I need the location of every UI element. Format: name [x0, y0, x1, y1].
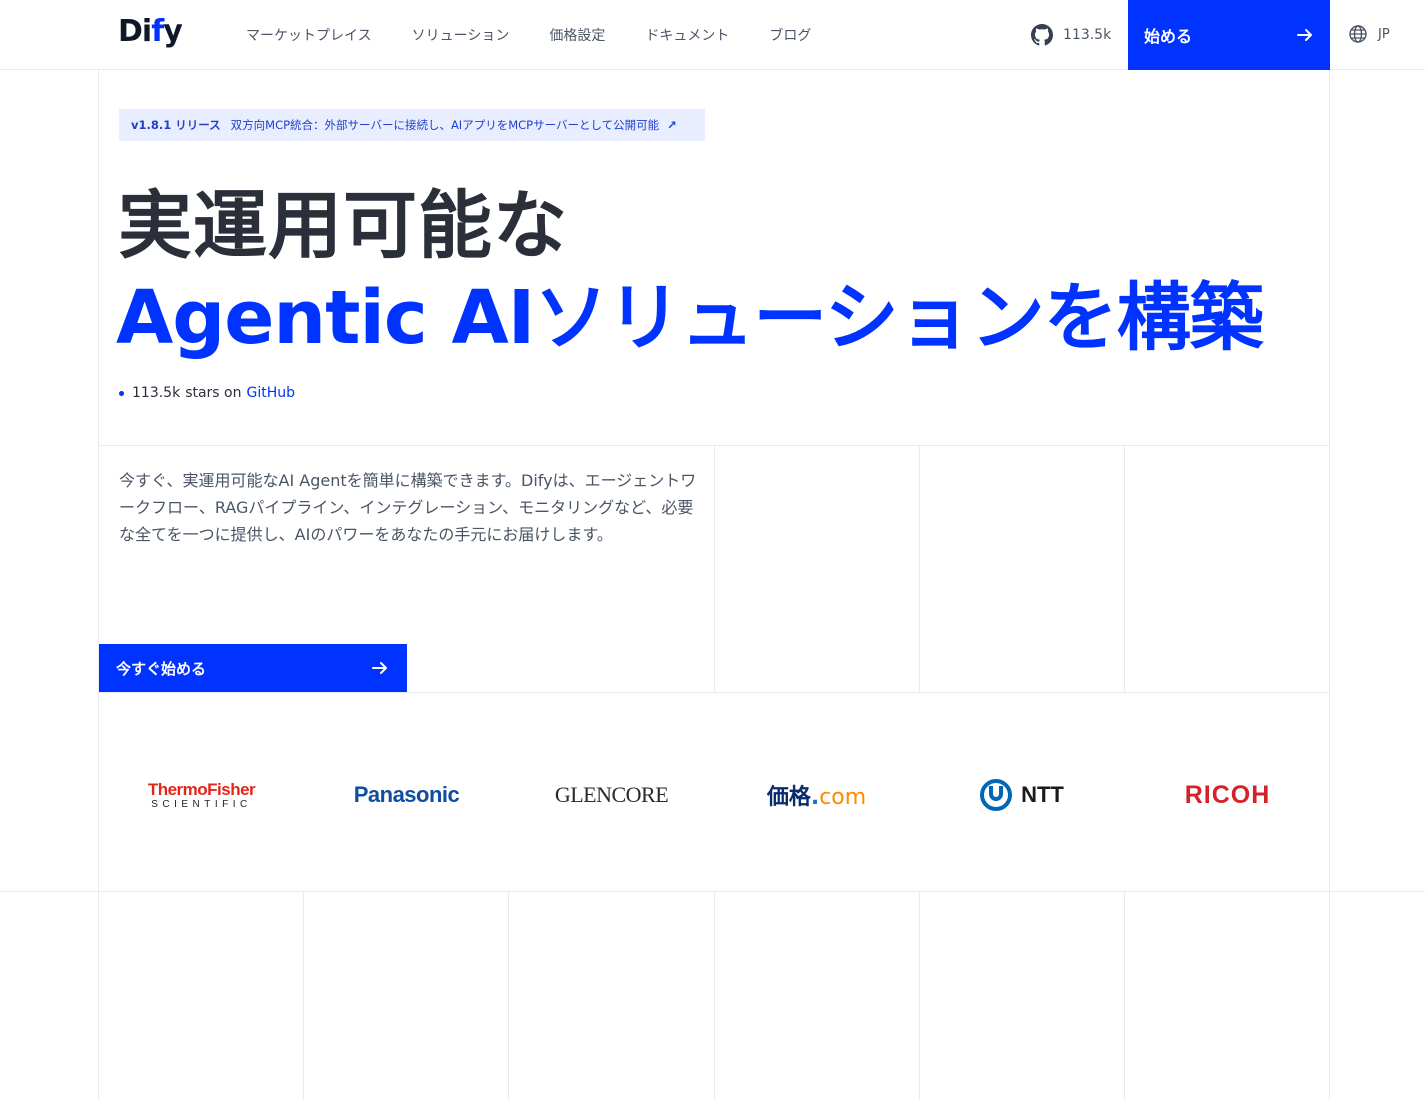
logo-kakaku: 価格.com [714, 740, 919, 850]
github-star-count: 113.5k [1063, 27, 1112, 43]
grid-line [919, 445, 920, 692]
release-badge[interactable]: v1.8.1 リリース 双方向MCP統合：外部サーバーに接続し、AIアプリをMC… [119, 109, 705, 141]
start-button[interactable]: 始める [1128, 0, 1330, 70]
stars-count: 113.5k [132, 385, 181, 401]
nav-solutions[interactable]: ソリューション [412, 25, 510, 45]
logo-text-end: y [163, 14, 183, 49]
language-label: JP [1378, 26, 1390, 42]
nav-marketplace[interactable]: マーケットプレイス [246, 25, 372, 45]
hero-title-line2: Agentic AIソリューションを構築 [116, 275, 1264, 361]
nav-pricing[interactable]: 価格設定 [549, 25, 605, 45]
grid-line [98, 692, 1330, 693]
github-stars-info: 113.5k stars on GitHub [119, 385, 295, 401]
thermofisher-wordmark: ThermoFisher [147, 779, 256, 799]
grid-line [1124, 445, 1125, 692]
dify-logo[interactable]: Dify [118, 14, 183, 49]
grid-line [303, 891, 304, 1100]
stars-label: stars on [185, 385, 242, 401]
logo-panasonic: Panasonic [304, 740, 509, 850]
site-header: Dify マーケットプレイス ソリューション 価格設定 ドキュメント ブログ 1… [0, 0, 1425, 70]
thermofisher-subtitle: SCIENTIFIC [151, 798, 252, 810]
kakaku-wordmark: 価格.com [767, 779, 866, 811]
logo-ntt: NTT [919, 740, 1124, 850]
github-icon [1031, 24, 1053, 46]
grid-line [0, 891, 1425, 892]
bullet-dot [119, 390, 124, 396]
github-stars-link[interactable]: 113.5k [1031, 24, 1111, 46]
github-link[interactable]: GitHub [247, 385, 296, 401]
release-version: v1.8.1 リリース [131, 118, 221, 132]
grid-line [714, 891, 715, 1100]
external-arrow-icon: ↗ [667, 118, 677, 132]
logo-glencore: GLENCORE [509, 740, 714, 850]
language-switcher[interactable]: JP [1348, 24, 1390, 44]
nav-docs[interactable]: ドキュメント [645, 25, 729, 45]
globe-icon [1349, 25, 1367, 43]
ntt-mark-icon [980, 779, 1013, 811]
grid-line [714, 445, 715, 692]
start-button-label: 始める [1144, 27, 1193, 46]
customer-logos: ThermoFisher SCIENTIFIC Panasonic GLENCO… [99, 740, 1330, 850]
logo-ricoh: RICOH [1125, 740, 1330, 850]
arrow-right-icon [1297, 29, 1312, 41]
hero-title-line1: 実運用可能な [118, 183, 568, 269]
ntt-wordmark: NTT [1021, 782, 1064, 807]
grid-line [919, 891, 920, 1100]
panasonic-wordmark: Panasonic [353, 782, 460, 807]
kakaku-com: com [819, 785, 867, 810]
grid-line [1124, 891, 1125, 1100]
logo-thermofisher: ThermoFisher SCIENTIFIC [99, 740, 304, 850]
main-nav: マーケットプレイス ソリューション 価格設定 ドキュメント ブログ [246, 25, 851, 45]
glencore-wordmark: GLENCORE [554, 782, 669, 807]
release-text: 双方向MCP統合：外部サーバーに接続し、AIアプリをMCPサーバーとして公開可能 [230, 118, 660, 132]
get-started-label: 今すぐ始める [116, 659, 207, 678]
kakaku-dot: . [810, 785, 820, 810]
kakaku-main: 価格 [766, 785, 811, 810]
grid-line [1329, 70, 1330, 1100]
grid-line [508, 891, 509, 1100]
get-started-button[interactable]: 今すぐ始める [99, 644, 407, 692]
hero-description: 今すぐ、実運用可能なAI Agentを簡単に構築できます。Difyは、エージェン… [119, 471, 697, 544]
nav-blog[interactable]: ブログ [769, 25, 811, 45]
logo-text: Di [118, 14, 152, 49]
arrow-right-icon [372, 662, 387, 674]
logo-accent: f [151, 14, 164, 49]
grid-line [98, 70, 99, 1100]
ricoh-wordmark: RICOH [1184, 780, 1271, 809]
